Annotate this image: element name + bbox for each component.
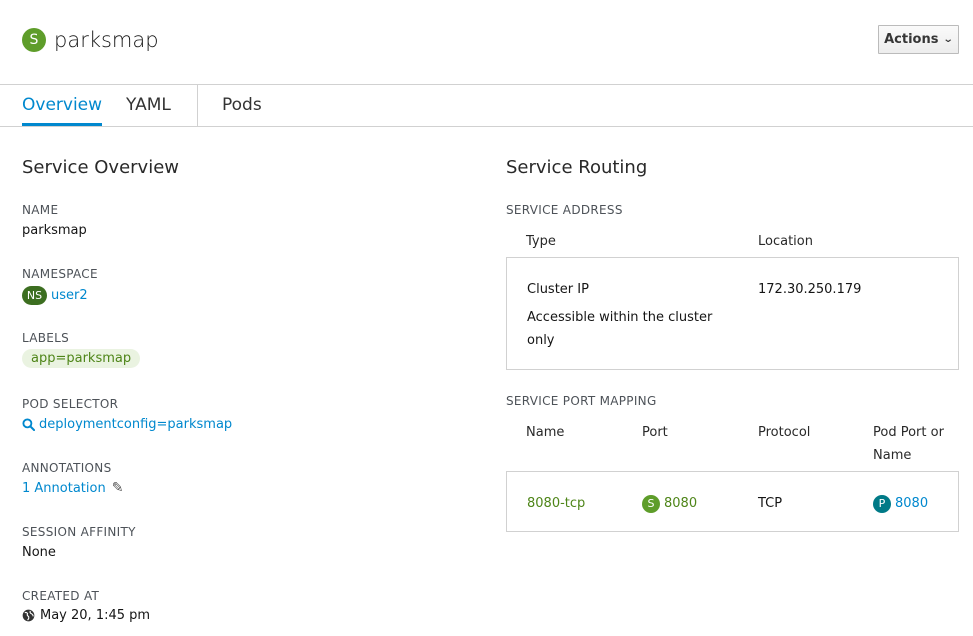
tab-bar: Overview YAML Pods	[0, 85, 973, 127]
address-col-type: Type	[526, 234, 556, 249]
search-icon	[22, 418, 35, 431]
annotations-label: ANNOTATIONS	[22, 461, 112, 475]
annotations-value: 1 Annotation ✎	[22, 480, 123, 496]
port-col-pod-port: Pod Port or	[873, 425, 944, 440]
globe-icon	[22, 609, 35, 622]
annotations-link[interactable]: 1 Annotation	[22, 481, 106, 496]
address-col-location: Location	[758, 234, 813, 249]
pod-selector-label: POD SELECTOR	[22, 397, 119, 411]
port-col-protocol: Protocol	[758, 425, 811, 440]
tab-pods[interactable]: Pods	[222, 85, 262, 126]
service-port-badge: S	[642, 494, 660, 513]
service-routing-heading: Service Routing	[506, 157, 648, 178]
port-protocol: TCP	[758, 496, 783, 511]
actions-label: Actions	[884, 32, 939, 47]
service-address-label: SERVICE ADDRESS	[506, 203, 623, 217]
session-affinity-label: SESSION AFFINITY	[22, 525, 136, 539]
tab-overview[interactable]: Overview	[22, 85, 103, 126]
namespace-badge: NS	[22, 286, 47, 305]
created-at-value: May 20, 1:45 pm	[22, 608, 150, 623]
service-badge: S	[22, 28, 46, 52]
resource-title: S parksmap	[22, 28, 159, 52]
service-port: S 8080	[642, 492, 697, 515]
pod-port: P 8080	[873, 492, 928, 515]
address-desc-line2: only	[527, 333, 555, 348]
address-type: Cluster IP	[527, 282, 589, 297]
page-title: parksmap	[54, 28, 159, 52]
session-affinity-value: None	[22, 545, 56, 560]
address-desc-line1: Accessible within the cluster	[527, 310, 713, 325]
pencil-icon[interactable]: ✎	[112, 480, 124, 496]
tab-yaml[interactable]: YAML	[126, 85, 171, 126]
actions-button[interactable]: Actions ⌄	[878, 25, 959, 54]
pod-port-value: 8080	[895, 496, 929, 511]
name-label: NAME	[22, 203, 59, 217]
created-at-label: CREATED AT	[22, 589, 100, 603]
tab-divider	[197, 85, 198, 126]
labels-label: LABELS	[22, 331, 70, 345]
port-mapping-label: SERVICE PORT MAPPING	[506, 394, 657, 408]
service-overview-heading: Service Overview	[22, 157, 179, 178]
service-port-value: 8080	[664, 496, 698, 511]
service-address-table: Cluster IP Accessible within the cluster…	[506, 257, 959, 370]
port-name: 8080-tcp	[527, 496, 586, 511]
port-col-port: Port	[642, 425, 668, 440]
namespace-value[interactable]: NS user2	[22, 286, 88, 305]
pod-port-badge: P	[873, 494, 891, 513]
address-location: 172.30.250.179	[758, 282, 862, 297]
pod-selector-value[interactable]: deploymentconfig=parksmap	[22, 417, 232, 432]
port-col-name: Name	[526, 425, 565, 440]
port-col-pod-port-name: Name	[873, 448, 912, 463]
labels-value: app=parksmap	[22, 349, 141, 368]
namespace-label: NAMESPACE	[22, 267, 98, 281]
pod-selector-link[interactable]: deploymentconfig=parksmap	[39, 417, 232, 432]
label-chip[interactable]: app=parksmap	[22, 349, 141, 368]
port-mapping-table: 8080-tcp S 8080 TCP P 8080	[506, 471, 959, 532]
name-value: parksmap	[22, 223, 87, 238]
created-at-text: May 20, 1:45 pm	[40, 608, 151, 623]
chevron-down-icon: ⌄	[943, 34, 955, 45]
namespace-link[interactable]: user2	[51, 288, 88, 303]
page-header: S parksmap Actions ⌄	[0, 0, 973, 85]
